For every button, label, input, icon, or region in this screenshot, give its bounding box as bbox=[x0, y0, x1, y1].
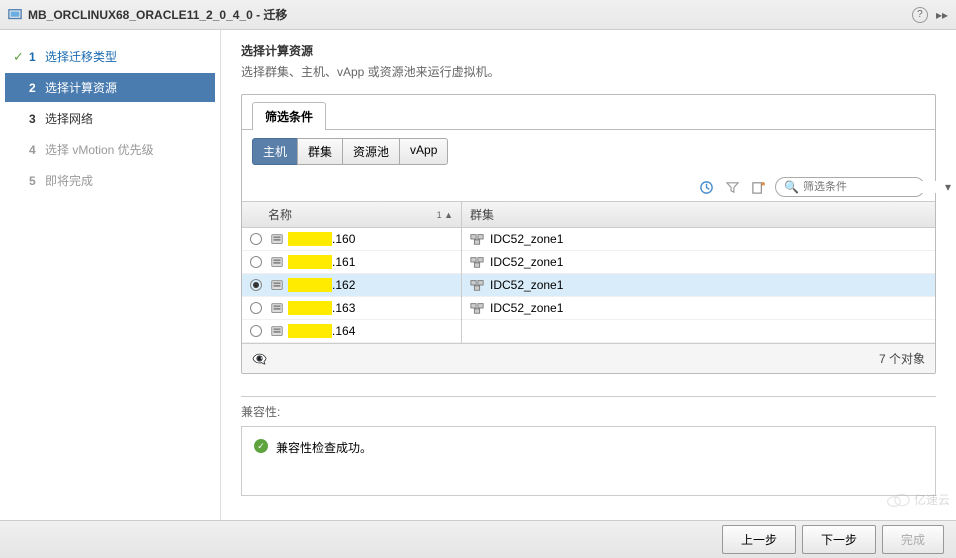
tab-host[interactable]: 主机 bbox=[252, 138, 298, 165]
wizard-footer: 上一步 下一步 完成 bbox=[0, 520, 956, 558]
table-row[interactable]: .161 bbox=[242, 251, 461, 274]
grid-footer: 👁‍🗨 7 个对象 bbox=[242, 343, 935, 373]
step-2[interactable]: ✓ 2 选择计算资源 bbox=[5, 73, 215, 102]
host-redacted bbox=[288, 301, 332, 315]
compat-box: ✓ 兼容性检查成功。 bbox=[241, 426, 936, 496]
radio[interactable] bbox=[250, 233, 262, 245]
next-button[interactable]: 下一步 bbox=[802, 525, 876, 554]
table-row[interactable]: .160 bbox=[242, 228, 461, 251]
success-icon: ✓ bbox=[254, 439, 268, 453]
cluster-name: IDC52_zone1 bbox=[490, 232, 563, 246]
vm-icon bbox=[8, 8, 22, 22]
table-row[interactable] bbox=[462, 320, 935, 343]
table-row[interactable]: IDC52_zone1 bbox=[462, 297, 935, 320]
section-desc: 选择群集、主机、vApp 或资源池来运行虚拟机。 bbox=[241, 63, 936, 80]
col-name[interactable]: 名称 1 ▲ bbox=[242, 202, 461, 228]
object-count: 7 个对象 bbox=[879, 350, 925, 367]
step-5: ✓ 5 即将完成 bbox=[5, 166, 215, 195]
filter-icon[interactable] bbox=[723, 178, 741, 196]
expand-icon[interactable]: ▸▸ bbox=[936, 8, 948, 22]
table-row[interactable]: IDC52_zone1 bbox=[462, 228, 935, 251]
host-redacted bbox=[288, 255, 332, 269]
watermark: 亿速云 bbox=[886, 491, 950, 508]
radio[interactable] bbox=[250, 256, 262, 268]
step-1[interactable]: ✓ 1 选择迁移类型 bbox=[5, 42, 215, 71]
compat-message: 兼容性检查成功。 bbox=[276, 439, 372, 456]
radio[interactable] bbox=[250, 279, 262, 291]
host-suffix: .161 bbox=[332, 255, 355, 269]
host-redacted bbox=[288, 324, 332, 338]
check-icon: ✓ bbox=[13, 49, 29, 65]
filter-tab[interactable]: 筛选条件 bbox=[252, 102, 326, 130]
back-button[interactable]: 上一步 bbox=[722, 525, 796, 554]
finish-button: 完成 bbox=[882, 525, 944, 554]
titlebar: MB_ORCLINUX68_ORACLE11_2_0_4_0 - 迁移 ? ▸▸ bbox=[0, 0, 956, 30]
col-cluster[interactable]: 群集 bbox=[462, 202, 935, 228]
host-redacted bbox=[288, 278, 332, 292]
tab-resourcepool[interactable]: 资源池 bbox=[342, 138, 400, 165]
host-suffix: .162 bbox=[332, 278, 355, 292]
export-icon[interactable] bbox=[749, 178, 767, 196]
find-icon[interactable]: 👁‍🗨 bbox=[252, 352, 267, 366]
wizard-steps: ✓ 1 选择迁移类型 ✓ 2 选择计算资源 ✓ 3 选择网络 ✓ 4 选择 vM… bbox=[0, 30, 220, 520]
host-suffix: .160 bbox=[332, 232, 355, 246]
step-4: ✓ 4 选择 vMotion 优先级 bbox=[5, 135, 215, 164]
table-row[interactable]: .164 bbox=[242, 320, 461, 343]
resource-type-tabs: 主机 群集 资源池 vApp bbox=[242, 130, 935, 173]
tab-cluster[interactable]: 群集 bbox=[297, 138, 343, 165]
radio[interactable] bbox=[250, 302, 262, 314]
clock-icon[interactable] bbox=[697, 178, 715, 196]
step-3[interactable]: ✓ 3 选择网络 bbox=[5, 104, 215, 133]
section-title: 选择计算资源 bbox=[241, 42, 936, 59]
help-icon[interactable]: ? bbox=[912, 7, 928, 23]
cluster-name: IDC52_zone1 bbox=[490, 301, 563, 315]
grid-toolbar: 🔍 ▾ bbox=[242, 173, 935, 201]
dropdown-icon[interactable]: ▾ bbox=[945, 180, 951, 194]
window-title: MB_ORCLINUX68_ORACLE11_2_0_4_0 - 迁移 bbox=[28, 6, 912, 23]
cluster-name: IDC52_zone1 bbox=[490, 255, 563, 269]
host-grid: 名称 1 ▲ .160 .161 .162 .163 .164 群集 IDC52… bbox=[242, 201, 935, 343]
sort-indicator: 1 ▲ bbox=[437, 210, 453, 220]
search-icon: 🔍 bbox=[784, 180, 799, 194]
table-row[interactable]: IDC52_zone1 bbox=[462, 274, 935, 297]
table-row[interactable]: .162 bbox=[242, 274, 461, 297]
tab-vapp[interactable]: vApp bbox=[399, 138, 448, 165]
host-redacted bbox=[288, 232, 332, 246]
table-row[interactable]: IDC52_zone1 bbox=[462, 251, 935, 274]
cluster-name: IDC52_zone1 bbox=[490, 278, 563, 292]
search-box[interactable]: 🔍 ▾ bbox=[775, 177, 925, 197]
host-suffix: .163 bbox=[332, 301, 355, 315]
compat-label: 兼容性: bbox=[241, 403, 936, 420]
host-suffix: .164 bbox=[332, 324, 355, 338]
table-row[interactable]: .163 bbox=[242, 297, 461, 320]
radio[interactable] bbox=[250, 325, 262, 337]
search-input[interactable] bbox=[803, 181, 945, 193]
filter-panel: 筛选条件 主机 群集 资源池 vApp 🔍 ▾ bbox=[241, 94, 936, 374]
